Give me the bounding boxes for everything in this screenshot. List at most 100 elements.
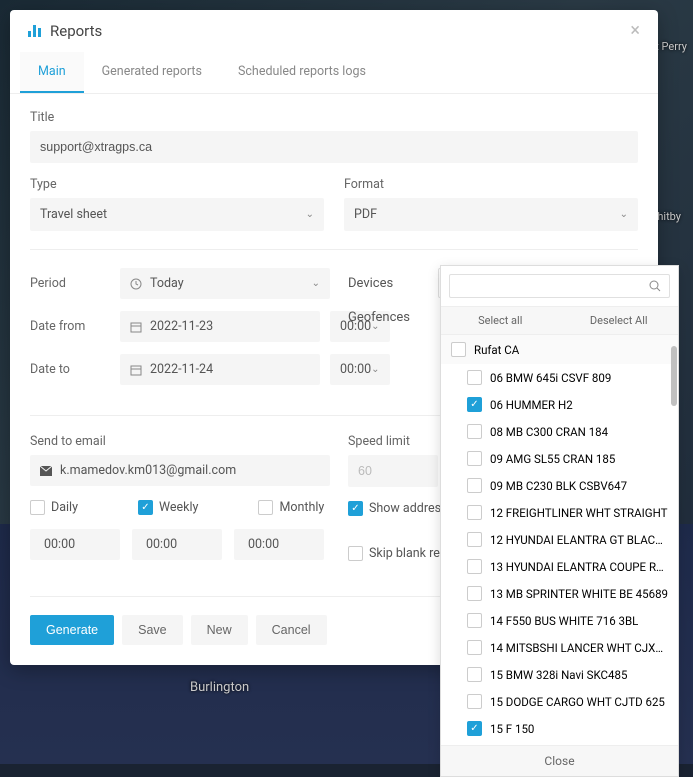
device-item[interactable]: 06 HUMMER H2 — [441, 391, 678, 418]
device-label: 12 FREIGHTLINER WHT STRAIGHT — [490, 506, 668, 520]
tabs: Main Generated reports Scheduled reports… — [10, 52, 658, 94]
device-item[interactable]: 09 AMG SL55 CRAN 185 — [441, 445, 678, 472]
datefrom-label: Date from — [30, 319, 110, 334]
device-label: 08 MB C300 CRAN 184 — [490, 425, 608, 439]
group-label: Rufat CA — [474, 343, 519, 357]
devices-label: Devices — [348, 276, 428, 291]
tab-generated[interactable]: Generated reports — [84, 52, 220, 93]
daily-checkbox[interactable]: Daily — [30, 500, 78, 515]
chevron-down-icon: ⌄ — [306, 209, 314, 220]
device-label: 12 HYUNDAI ELANTRA GT BLACK CSMH 507 — [490, 533, 668, 547]
dropdown-search-wrap — [441, 266, 678, 307]
device-item[interactable]: 14 F550 BUS WHITE 716 3BL — [441, 607, 678, 634]
weekly-checkbox[interactable]: Weekly — [138, 500, 198, 515]
device-label: 06 HUMMER H2 — [490, 398, 573, 412]
device-label: 06 BMW 645i CSVF 809 — [490, 371, 611, 385]
checkbox[interactable] — [467, 586, 482, 601]
device-label: 09 MB C230 BLK CSBV647 — [490, 479, 627, 493]
device-item[interactable]: 13 MB SPRINTER WHITE BE 45689 — [441, 580, 678, 607]
tab-scheduled[interactable]: Scheduled reports logs — [220, 52, 384, 93]
device-label: 14 MITSBSHI LANCER WHT CJXM304 — [490, 641, 668, 655]
time-input-2[interactable]: 00:00 — [132, 529, 222, 560]
device-group[interactable]: Rufat CA — [441, 335, 678, 364]
device-label: 15 BMW 328i Navi SKC485 — [490, 668, 627, 682]
format-select[interactable]: PDF ⌄ — [344, 198, 638, 231]
calendar-icon — [130, 364, 142, 376]
device-label: 14 F550 BUS WHITE 716 3BL — [490, 614, 638, 628]
device-item[interactable]: 06 BMW 645i CSVF 809 — [441, 364, 678, 391]
monthly-checkbox[interactable]: Monthly — [258, 500, 324, 515]
type-label: Type — [30, 177, 324, 192]
modal-header: Reports × — [10, 10, 658, 52]
devices-dropdown: Select all Deselect All Rufat CA 06 BMW … — [440, 265, 679, 777]
checkbox[interactable] — [467, 721, 482, 736]
dateto-label: Date to — [30, 362, 110, 377]
device-label: 15 DODGE CARGO WHT CJTD 625 — [490, 695, 665, 709]
format-value: PDF — [354, 207, 377, 222]
device-label: 15 F 150 — [490, 722, 534, 736]
time-input-1[interactable]: 00:00 — [30, 529, 120, 560]
generate-button[interactable]: Generate — [30, 615, 114, 645]
device-item[interactable]: 09 MB C230 BLK CSBV647 — [441, 472, 678, 499]
email-value: k.mamedov.km013@gmail.com — [60, 463, 236, 478]
modal-title: Reports — [50, 22, 102, 40]
device-item[interactable]: 12 FREIGHTLINER WHT STRAIGHT — [441, 499, 678, 526]
type-select[interactable]: Travel sheet ⌄ — [30, 198, 324, 231]
device-item[interactable]: 13 HYUNDAI ELANTRA COUPE RED CMKW 208 — [441, 553, 678, 580]
checkbox[interactable] — [467, 397, 482, 412]
checkbox[interactable] — [467, 694, 482, 709]
device-item[interactable]: 12 HYUNDAI ELANTRA GT BLACK CSMH 507 — [441, 526, 678, 553]
checkbox[interactable] — [467, 451, 482, 466]
dateto-value: 2022-11-24 — [150, 362, 213, 377]
reports-icon — [28, 25, 42, 37]
device-item[interactable]: 15 DODGE CARGO WHT CJTD 625 — [441, 688, 678, 715]
email-input[interactable]: k.mamedov.km013@gmail.com — [30, 455, 330, 486]
geofences-label: Geofences — [348, 310, 428, 325]
dateto-input[interactable]: 2022-11-24 — [120, 354, 320, 385]
device-item[interactable]: 08 MB C300 CRAN 184 — [441, 418, 678, 445]
device-label: 09 AMG SL55 CRAN 185 — [490, 452, 615, 466]
time-input-3[interactable]: 00:00 — [234, 529, 324, 560]
period-label: Period — [30, 276, 110, 291]
dropdown-list[interactable]: Rufat CA 06 BMW 645i CSVF 809 06 HUMMER H… — [441, 335, 678, 745]
checkbox[interactable] — [467, 559, 482, 574]
close-icon[interactable]: × — [630, 22, 640, 40]
dropdown-actions: Select all Deselect All — [441, 307, 678, 335]
device-label: 13 MB SPRINTER WHITE BE 45689 — [490, 587, 668, 601]
email-label: Send to email — [30, 434, 330, 449]
speed-input[interactable] — [348, 455, 438, 487]
checkbox[interactable] — [467, 370, 482, 385]
select-all-button[interactable]: Select all — [441, 307, 560, 334]
clock-icon — [130, 278, 142, 290]
mail-icon — [40, 466, 52, 476]
chevron-down-icon: ⌄ — [312, 278, 320, 289]
device-item[interactable]: 14 MITSBSHI LANCER WHT CJXM304 — [441, 634, 678, 661]
checkbox[interactable] — [467, 613, 482, 628]
deselect-all-button[interactable]: Deselect All — [560, 307, 679, 334]
scrollbar[interactable] — [671, 346, 677, 406]
modal-title-wrap: Reports — [28, 22, 102, 40]
device-item[interactable]: 15 BMW 328i Navi SKC485 — [441, 661, 678, 688]
search-icon — [649, 280, 661, 292]
checkbox[interactable] — [467, 667, 482, 682]
chevron-down-icon: ⌄ — [620, 209, 628, 220]
period-select[interactable]: Today ⌄ — [120, 268, 330, 299]
title-input[interactable] — [30, 131, 638, 163]
checkbox[interactable] — [467, 478, 482, 493]
cancel-button[interactable]: Cancel — [256, 615, 327, 645]
checkbox[interactable] — [467, 505, 482, 520]
checkbox[interactable] — [467, 532, 482, 547]
device-item[interactable]: 15 F 150 — [441, 715, 678, 742]
new-button[interactable]: New — [191, 615, 248, 645]
checkbox[interactable] — [467, 640, 482, 655]
datefrom-input[interactable]: 2022-11-23 — [120, 311, 320, 342]
dropdown-search-input[interactable] — [449, 274, 670, 298]
period-value: Today — [150, 276, 304, 291]
map-label-burlington: Burlington — [190, 680, 249, 695]
save-button[interactable]: Save — [122, 615, 183, 645]
dropdown-close-button[interactable]: Close — [441, 745, 678, 776]
calendar-icon — [130, 321, 142, 333]
type-value: Travel sheet — [40, 207, 107, 222]
tab-main[interactable]: Main — [20, 52, 84, 93]
checkbox[interactable] — [467, 424, 482, 439]
